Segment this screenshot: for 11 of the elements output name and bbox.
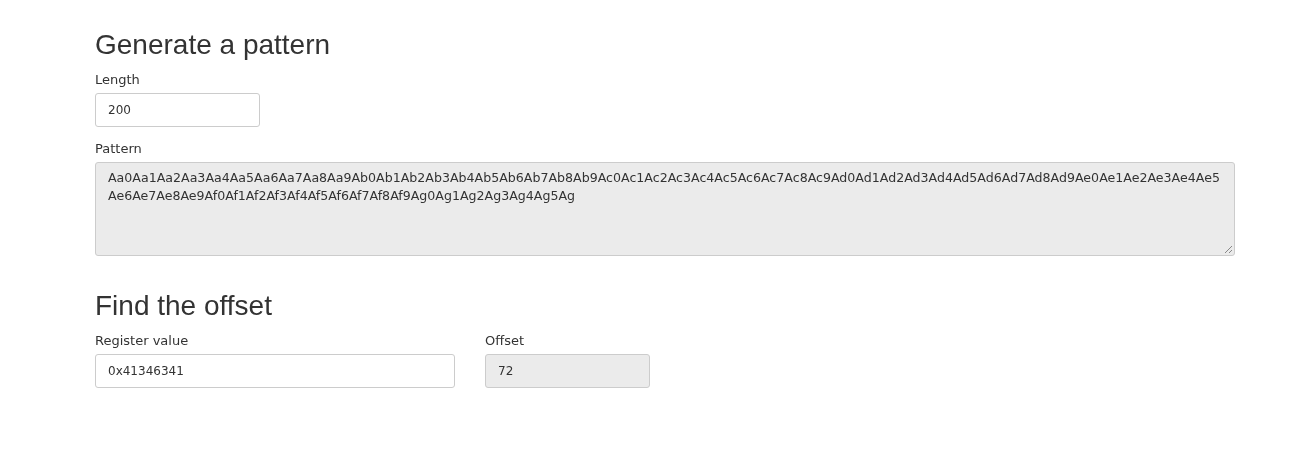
input-field[interactable]: 0x41346341 xyxy=(95,353,455,388)
section-heading: Generate a pattern xyxy=(95,30,331,61)
resize-grip-icon[interactable] xyxy=(1224,244,1232,253)
field-label: Pattern xyxy=(95,140,142,156)
field-label: Register value xyxy=(95,332,189,348)
field-label: Length xyxy=(95,71,140,87)
field-label: Offset xyxy=(485,332,525,348)
input-field[interactable]: 72 xyxy=(485,353,650,388)
input-field[interactable]: 200 xyxy=(95,92,260,127)
section-heading: Find the offset xyxy=(95,290,272,322)
pattern-textarea[interactable]: Aa0Aa1Aa2Aa3Aa4Aa5Aa6Aa7Aa8Aa9Ab0Ab1Ab2Ab3Ab4Ab5Ab6Ab7Ab8Ab9Ac0Ac1Ac2Ac3Ac4Ac5Ac6Ac7Ac8Ac9Ad0Ad1Ad2Ad3Ad4Ad5Ad6Ad7Ad8Ad9Ae0Ae1Ae2Ae3Ae4Ae5Ae6Ae7Ae8Ae9Af0Af1Af2Af3Af4Af5Af6Af7Af8Af9Ag0Ag1Ag2Ag3Ag4Ag5Ag xyxy=(95,161,1235,256)
